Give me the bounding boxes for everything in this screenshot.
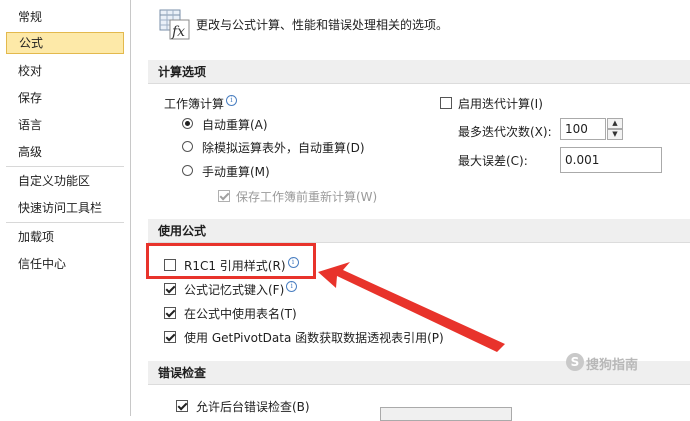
sidebar-item-add-ins[interactable]: 加载项 — [6, 226, 124, 248]
radio-automatic-except-tables[interactable] — [182, 141, 193, 152]
radio-automatic-except-tables-label[interactable]: 除模拟运算表外，自动重算(D) — [202, 139, 365, 156]
background-error-checking-checkbox[interactable] — [176, 400, 188, 412]
enable-iterative-checkbox[interactable] — [440, 97, 452, 109]
section-header-working-with-formulas: 使用公式 — [148, 219, 690, 243]
max-iterations-input[interactable]: 100 — [560, 118, 606, 140]
max-iterations-spinner[interactable]: ▲ ▼ — [607, 118, 623, 140]
sidebar-item-trust-center[interactable]: 信任中心 — [6, 253, 124, 275]
sidebar-divider — [6, 166, 124, 167]
sidebar-divider — [6, 222, 124, 223]
table-names-label[interactable]: 在公式中使用表名(T) — [184, 305, 297, 322]
sidebar-item-save[interactable]: 保存 — [6, 87, 124, 109]
watermark-logo: S — [566, 353, 584, 371]
sidebar-item-advanced[interactable]: 高级 — [6, 141, 124, 163]
sidebar-item-quick-access-toolbar[interactable]: 快速访问工具栏 — [6, 197, 124, 219]
formula-fx-icon: fx — [159, 9, 190, 40]
formula-autocomplete-label[interactable]: 公式记忆式键入(F) i — [184, 281, 298, 298]
spin-down-icon[interactable]: ▼ — [607, 129, 623, 140]
getpivotdata-checkbox[interactable] — [164, 331, 176, 343]
max-change-input[interactable]: 0.001 — [560, 147, 662, 173]
sidebar-item-proofing[interactable]: 校对 — [6, 60, 124, 82]
recalculate-before-save-label: 保存工作簿前重新计算(W) — [236, 190, 378, 204]
radio-manual[interactable] — [182, 165, 193, 176]
sidebar-item-general[interactable]: 常规 — [6, 6, 124, 28]
options-sidebar: 常规 公式 校对 保存 语言 高级 自定义功能区 快速访问工具栏 加载项 信任中… — [0, 0, 131, 416]
info-icon: i — [226, 95, 238, 106]
info-icon: i — [286, 281, 298, 292]
radio-automatic[interactable] — [182, 118, 193, 129]
background-error-checking-label[interactable]: 允许后台错误检查(B) — [196, 398, 310, 415]
sidebar-item-language[interactable]: 语言 — [6, 114, 124, 136]
radio-manual-label[interactable]: 手动重算(M) — [202, 163, 270, 180]
annotation-highlight-box — [146, 243, 316, 279]
formula-autocomplete-checkbox[interactable] — [164, 283, 176, 295]
max-iterations-label: 最多迭代次数(X): — [458, 125, 552, 139]
enable-iterative-label[interactable]: 启用迭代计算(I) — [458, 95, 543, 112]
reset-ignored-errors-button[interactable] — [380, 407, 512, 421]
watermark-text: 搜狗指南 — [586, 358, 639, 373]
getpivotdata-label[interactable]: 使用 GetPivotData 函数获取数据透视表引用(P) — [184, 329, 444, 346]
recalculate-before-save-checkbox[interactable] — [218, 190, 230, 202]
spin-up-icon[interactable]: ▲ — [607, 118, 623, 129]
sidebar-item-formulas[interactable]: 公式 — [6, 32, 124, 54]
table-names-checkbox[interactable] — [164, 307, 176, 319]
section-header-calculation: 计算选项 — [148, 60, 690, 84]
radio-automatic-label[interactable]: 自动重算(A) — [202, 116, 268, 133]
page-description: 更改与公式计算、性能和错误处理相关的选项。 — [196, 18, 449, 32]
workbook-calculation-label: 工作簿计算 i — [164, 95, 238, 112]
sidebar-item-customize-ribbon[interactable]: 自定义功能区 — [6, 170, 124, 192]
max-change-label: 最大误差(C): — [458, 154, 528, 168]
svg-text:fx: fx — [171, 24, 185, 40]
